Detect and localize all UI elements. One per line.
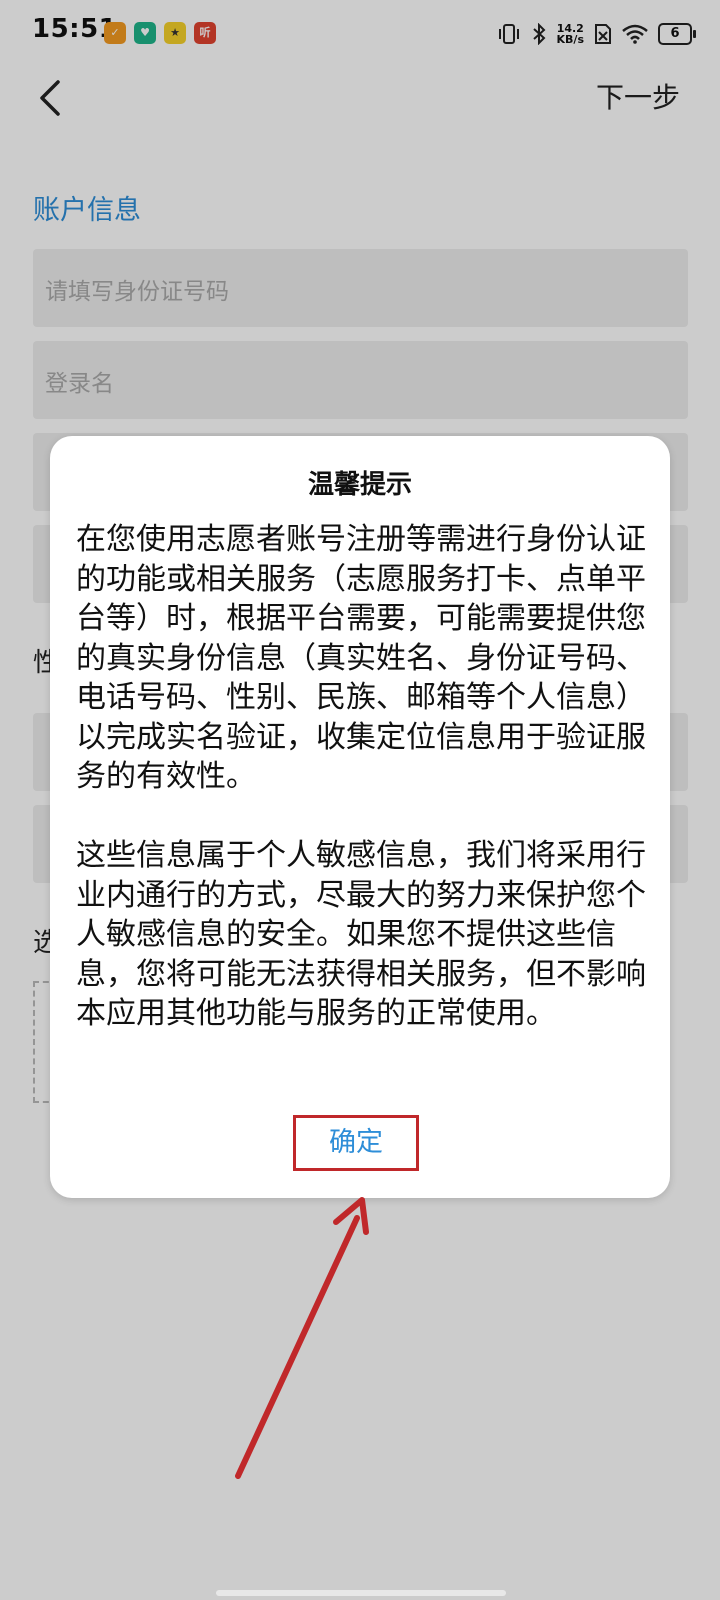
dialog-paragraph-1: 在您使用志愿者账号注册等需进行身份认证的功能或相关服务（志愿服务打卡、点单平台等… (76, 522, 646, 794)
dialog-title: 温馨提示 (307, 470, 412, 500)
confirm-button[interactable]: 确定 (293, 1115, 419, 1171)
dialog-paragraph-2: 这些信息属于个人敏感信息，我们将采用行业内通行的方式，尽最大的努力来保护您个人敏… (76, 838, 646, 1031)
notice-dialog: 温馨提示 在您使用志愿者账号注册等需进行身份认证的功能或相关服务（志愿服务打卡、… (50, 436, 670, 1198)
registration-screen: 15:51 ✓ ♥ ★ 听 14.2 KB/s 6 下一步 账户信息 请填写身份… (0, 0, 720, 1600)
home-indicator (216, 1590, 506, 1596)
dialog-body: 在您使用志愿者账号注册等需进行身份认证的功能或相关服务（志愿服务打卡、点单平台等… (76, 520, 648, 1034)
